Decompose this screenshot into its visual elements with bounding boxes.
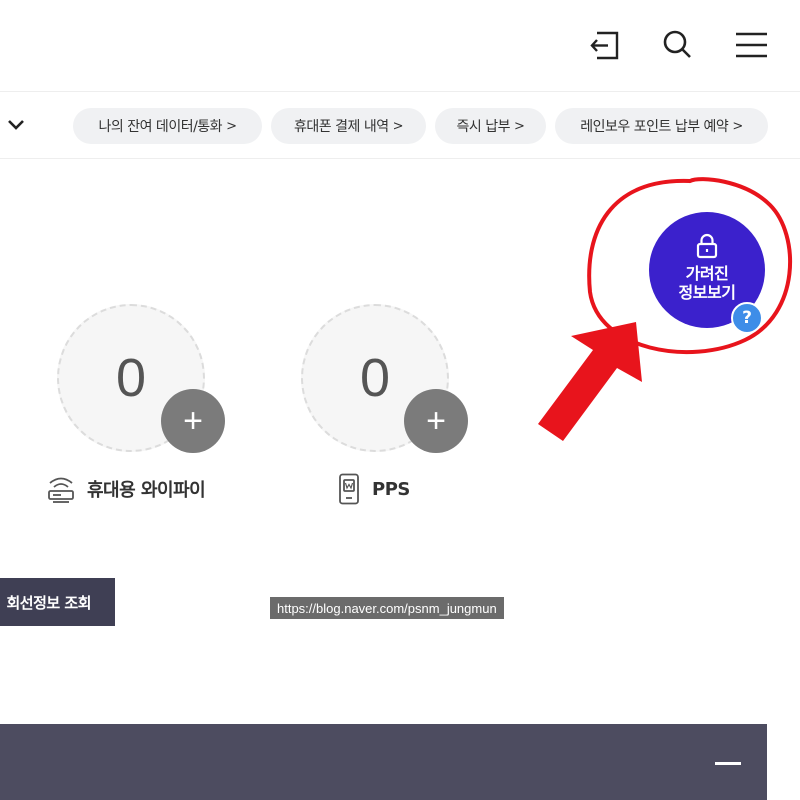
quick-link-payment-history[interactable]: 휴대폰 결제 내역 > (271, 108, 426, 144)
hidden-info-label-line2: 정보보기 (678, 283, 736, 302)
chevron-right-icon: > (732, 118, 743, 134)
search-icon[interactable] (657, 24, 697, 64)
quick-link-label: 즉시 납부 (456, 119, 511, 135)
hidden-info-label-line1: 가려진 (685, 264, 729, 283)
wifi-count-value: 0 (115, 348, 147, 408)
chevron-right-icon: > (514, 118, 525, 134)
pps-count-value: 0 (359, 348, 391, 408)
quick-link-remaining-data[interactable]: 나의 잔여 데이터/통화 > (73, 108, 262, 144)
wifi-router-icon (48, 477, 74, 503)
watermark-text: https://blog.naver.com/psnm_jungmun (277, 600, 497, 616)
top-header (0, 0, 800, 92)
help-icon-text: ? (742, 308, 752, 328)
lock-icon (696, 233, 718, 259)
hamburger-menu-icon[interactable] (731, 24, 771, 64)
bottom-collapsible-panel (0, 724, 767, 800)
chevron-right-icon: > (226, 118, 237, 134)
wifi-label: 휴대용 와이파이 (47, 474, 206, 504)
help-icon[interactable]: ? (731, 302, 763, 334)
add-wifi-button[interactable]: + (161, 389, 225, 453)
quick-link-label: 휴대폰 결제 내역 (294, 119, 389, 135)
logout-icon[interactable] (585, 24, 625, 64)
collapse-minus-icon[interactable] (712, 750, 744, 776)
chevron-down-icon[interactable] (4, 113, 28, 137)
annotation-arrow (538, 322, 642, 441)
line-info-lookup-label: 회선정보 조회 (6, 593, 91, 612)
plus-icon: + (183, 401, 203, 440)
blog-watermark: https://blog.naver.com/psnm_jungmun (270, 597, 504, 619)
quick-link-label: 레인보우 포인트 납부 예약 (580, 119, 729, 135)
quick-link-instant-payment[interactable]: 즉시 납부 > (435, 108, 546, 144)
pps-label-text: PPS (372, 478, 410, 500)
wifi-label-text: 휴대용 와이파이 (87, 480, 206, 501)
line-info-lookup-button[interactable]: 회선정보 조회 (0, 578, 115, 626)
plus-icon: + (426, 401, 446, 440)
add-pps-button[interactable]: + (404, 389, 468, 453)
chevron-right-icon: > (392, 118, 404, 134)
quick-link-rainbow-point[interactable]: 레인보우 포인트 납부 예약 > (555, 108, 768, 144)
phone-device-icon (339, 473, 359, 505)
quick-link-label: 나의 잔여 데이터/통화 (98, 119, 223, 135)
pps-label: PPS (338, 473, 410, 505)
